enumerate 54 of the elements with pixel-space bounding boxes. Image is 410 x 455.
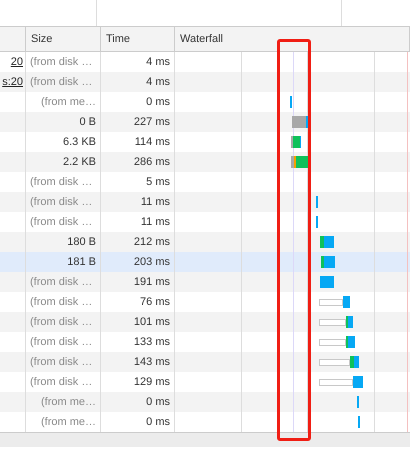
time-text: 191 ms [134,276,170,288]
initiator-link[interactable]: 20 [10,56,23,68]
size-text: (from me… [41,416,96,428]
time-text: 11 ms [140,216,170,228]
size-text: 2.2 KB [62,156,96,168]
time-text: 4 ms [146,56,170,68]
request-row[interactable]: (from disk … 101 ms [0,312,410,332]
request-row[interactable]: 181 B 203 ms [0,252,410,272]
size-text: (from disk … [30,316,92,328]
time-text: 212 ms [134,236,170,248]
request-row[interactable]: 2.2 KB 286 ms [0,152,410,172]
column-header[interactable]: Waterfall [180,33,223,45]
time-text: 0 ms [146,96,170,108]
time-text: 286 ms [134,156,170,168]
size-text: (from disk … [30,336,92,348]
time-text: 76 ms [140,296,170,308]
size-text: (from disk … [30,176,92,188]
request-row[interactable]: (from disk … 11 ms [0,192,410,212]
size-text: (from disk … [30,376,92,388]
time-text: 5 ms [146,176,170,188]
time-text: 203 ms [134,256,170,268]
request-row[interactable]: (from me… 0 ms [0,392,410,412]
request-row[interactable]: (from disk … 143 ms [0,352,410,372]
size-text: (from disk … [30,216,92,228]
size-text: (from me… [41,96,96,108]
size-text: (from me… [41,396,96,408]
size-text: (from disk … [30,276,92,288]
size-text: 0 B [79,116,96,128]
time-text: 0 ms [146,396,170,408]
request-row[interactable]: (from disk … 191 ms [0,272,410,292]
column-header[interactable]: Time [106,33,130,45]
time-text: 0 ms [146,416,170,428]
time-text: 143 ms [134,356,170,368]
size-text: (from disk … [30,296,92,308]
time-text: 4 ms [146,76,170,88]
size-text: 181 B [67,256,96,268]
time-text: 129 ms [134,376,170,388]
size-text: (from disk … [30,356,92,368]
time-text: 133 ms [134,336,170,348]
request-row[interactable]: 0 B 227 ms [0,112,410,132]
column-header[interactable]: Size [31,33,52,45]
size-text: (from disk … [30,76,92,88]
size-text: (from disk … [30,196,92,208]
size-text: (from disk … [30,56,92,68]
size-text: 180 B [67,236,96,248]
request-row[interactable]: s:20 (from disk … 4 ms [0,72,410,92]
time-text: 11 ms [140,196,170,208]
time-text: 227 ms [134,116,170,128]
request-row[interactable]: 180 B 212 ms [0,232,410,252]
time-text: 114 ms [134,136,170,148]
initiator-link[interactable]: s:20 [2,76,23,88]
size-text: 6.3 KB [62,136,96,148]
time-text: 101 ms [134,316,170,328]
waterfall-bar [320,276,334,288]
